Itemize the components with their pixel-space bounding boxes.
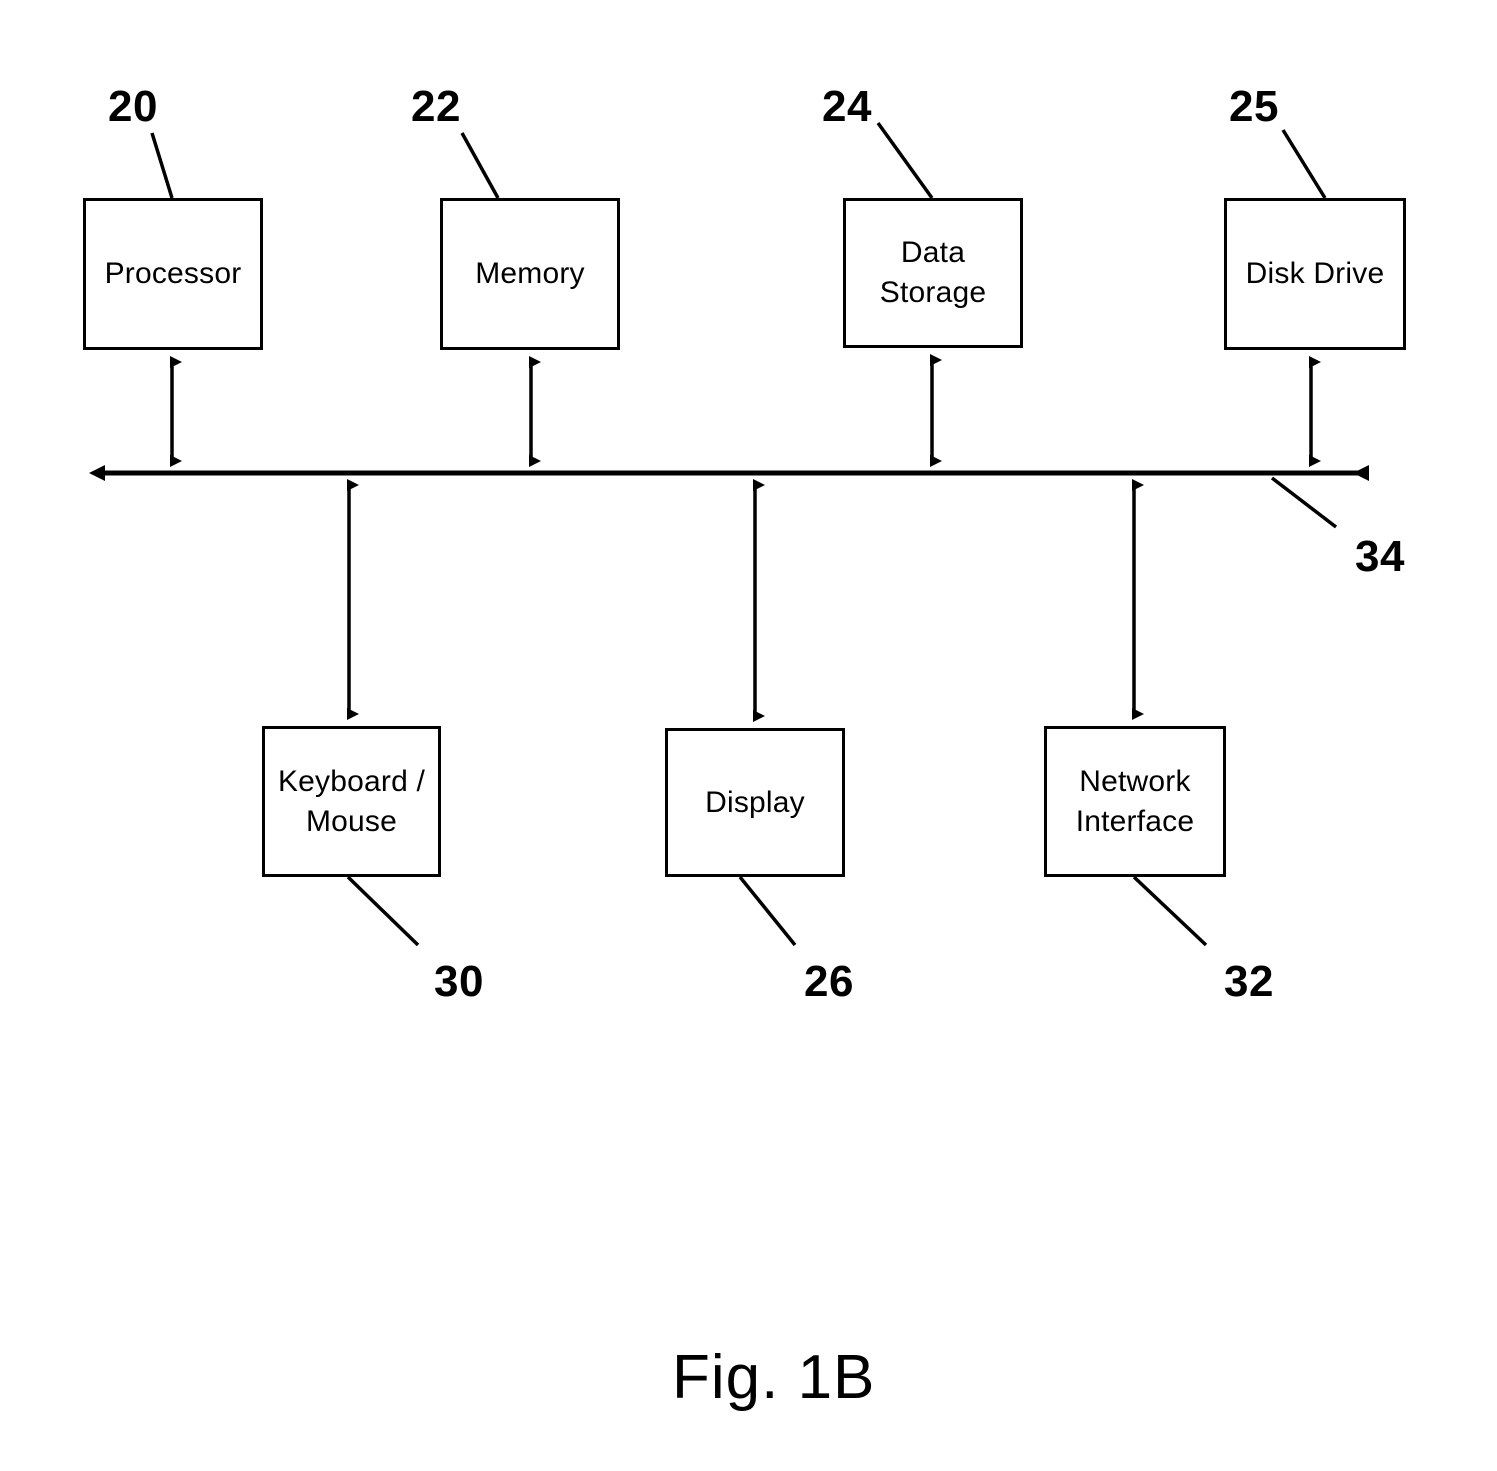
leader-line-network-interface (1132, 875, 1208, 947)
ref-numeral-keyboard-mouse: 30 (434, 957, 484, 1006)
node-disk-drive-label: Disk Drive (1245, 257, 1385, 291)
node-network-interface[interactable]: Network Interface (1044, 726, 1226, 877)
node-memory-label: Memory (475, 257, 585, 291)
node-display[interactable]: Display (665, 728, 845, 877)
leader-line-display (738, 875, 797, 947)
node-data-storage[interactable]: Data Storage (843, 198, 1023, 348)
leader-line-keyboard-mouse (346, 875, 420, 947)
leader-line-processor (150, 132, 174, 199)
ref-numeral-data-storage: 24 (822, 82, 872, 131)
node-memory[interactable]: Memory (440, 198, 620, 350)
ref-numeral-display: 26 (804, 957, 854, 1006)
node-network-interface-label: Network Interface (1075, 764, 1195, 838)
node-keyboard-mouse[interactable]: Keyboard / Mouse (262, 726, 441, 877)
leader-line-disk-drive (1281, 129, 1327, 199)
node-processor[interactable]: Processor (83, 198, 263, 350)
node-processor-label: Processor (104, 257, 242, 291)
figure-caption: Fig. 1B (672, 1343, 876, 1412)
ref-numeral-network-interface: 32 (1224, 957, 1274, 1006)
leader-line-data-storage (876, 121, 934, 200)
ref-numeral-disk-drive: 25 (1229, 82, 1279, 131)
leader-line-bus (1270, 476, 1338, 529)
node-keyboard-mouse-label: Keyboard / Mouse (277, 764, 426, 838)
leader-line-memory (460, 132, 500, 199)
node-data-storage-label: Data Storage (879, 236, 987, 309)
ref-numeral-memory: 22 (411, 82, 461, 131)
ref-numeral-processor: 20 (108, 82, 158, 131)
node-disk-drive[interactable]: Disk Drive (1224, 198, 1406, 350)
node-display-label: Display (705, 785, 805, 819)
patent-figure: Processor Memory Data Storage Disk Drive… (0, 0, 1497, 1471)
ref-numeral-bus: 34 (1355, 532, 1405, 581)
